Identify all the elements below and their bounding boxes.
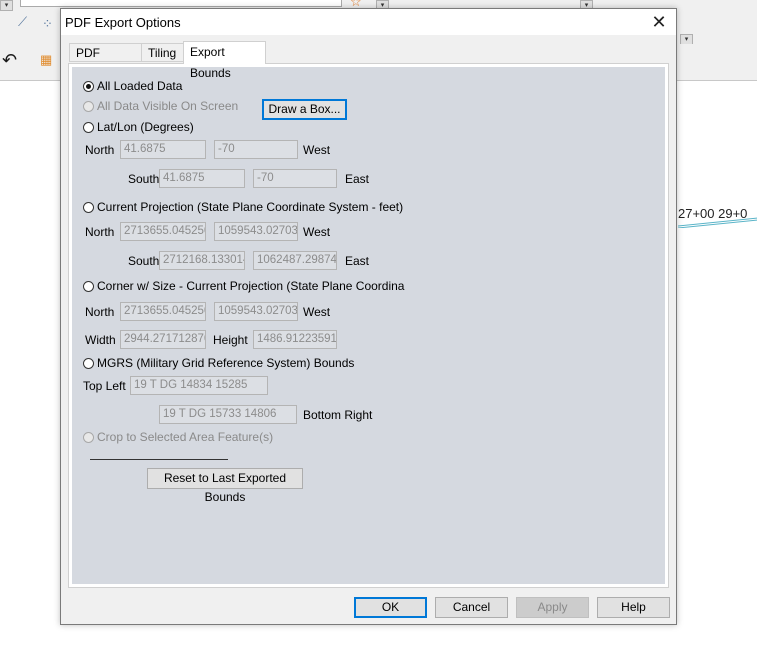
pdf-export-options-dialog: PDF Export Options ✕ PDF Options Tiling … (60, 8, 677, 625)
radio-label: Current Projection (State Plane Coordina… (97, 200, 404, 214)
radio-all-loaded-data[interactable]: All Loaded Data (83, 79, 182, 93)
radio-corner-with-size[interactable]: Corner w/ Size - Current Projection (Sta… (83, 279, 404, 293)
close-icon[interactable]: ✕ (648, 11, 670, 33)
reset-bounds-button[interactable]: Reset to Last Exported Bounds (147, 468, 303, 504)
radio-button (83, 431, 94, 443)
projection-east-field[interactable]: 1062487.298744 (253, 251, 337, 270)
latlon-east-field[interactable]: -70 (253, 169, 337, 188)
projection-east-label: East (345, 254, 370, 268)
radio-button[interactable] (83, 80, 94, 92)
radio-button[interactable] (83, 357, 94, 369)
latlon-north-field[interactable]: 41.6875 (120, 140, 206, 159)
cancel-button[interactable]: Cancel (435, 597, 508, 618)
latlon-west-field[interactable]: -70 (214, 140, 298, 159)
radio-current-projection[interactable]: Current Projection (State Plane Coordina… (83, 200, 403, 214)
separator (90, 459, 228, 460)
corner-west-label: West (303, 305, 331, 319)
radio-visible-on-screen: All Data Visible On Screen (83, 99, 238, 113)
corner-width-label: Width (85, 333, 116, 347)
tab-pdf-options[interactable]: PDF Options (69, 43, 142, 79)
radio-latlon[interactable]: Lat/Lon (Degrees) (83, 120, 194, 134)
radio-label: All Data Visible On Screen (97, 99, 239, 113)
projection-south-label: South (128, 254, 160, 268)
radio-crop-selected-area: Crop to Selected Area Feature(s) (83, 430, 273, 444)
radio-label: Lat/Lon (Degrees) (97, 120, 194, 134)
app-toolbar-field[interactable] (20, 0, 342, 7)
apply-button: Apply (516, 597, 589, 618)
corner-west-field[interactable]: 1059543.027031 (214, 302, 298, 321)
mgrs-bottom-right-field[interactable]: 19 T DG 15733 14806 (159, 405, 297, 424)
latlon-north-label: North (85, 143, 115, 157)
latlon-east-label: East (345, 172, 370, 186)
mgrs-bottom-right-label: Bottom Right (303, 408, 373, 422)
projection-north-label: North (85, 225, 115, 239)
corner-height-field[interactable]: 1486.912235911 (253, 330, 337, 349)
dialog-title: PDF Export Options (65, 15, 181, 30)
mgrs-top-left-label: Top Left (83, 379, 126, 393)
projection-west-label: West (303, 225, 331, 239)
radio-mgrs[interactable]: MGRS (Military Grid Reference System) Bo… (83, 356, 354, 370)
tab-export-bounds[interactable]: Export Bounds (183, 41, 266, 80)
help-button[interactable]: Help (597, 597, 670, 618)
draw-box-button[interactable]: Draw a Box... (262, 99, 347, 120)
corner-height-label: Height (213, 333, 248, 347)
mgrs-top-left-field[interactable]: 19 T DG 14834 15285 (130, 376, 268, 395)
toolbar-points-icon[interactable]: ⁘ (42, 16, 53, 32)
radio-label: Corner w/ Size - Current Projection (Sta… (97, 279, 405, 293)
tab-tiling[interactable]: Tiling (141, 43, 184, 62)
latlon-west-label: West (303, 143, 331, 157)
corner-north-field[interactable]: 2713655.045250 (120, 302, 206, 321)
ok-button[interactable]: OK (354, 597, 427, 618)
radio-button[interactable] (83, 280, 94, 292)
radio-label: Crop to Selected Area Feature(s) (97, 430, 274, 444)
toolbar-grid-icon[interactable]: ▦ (40, 52, 52, 68)
latlon-south-field[interactable]: 41.6875 (159, 169, 245, 188)
dialog-titlebar[interactable]: PDF Export Options ✕ (61, 9, 676, 35)
projection-west-field[interactable]: 1059543.027031 (214, 222, 298, 241)
corner-width-field[interactable]: 2944.271712870 (120, 330, 206, 349)
radio-button (83, 100, 94, 112)
export-bounds-panel: All Loaded Data All Data Visible On Scre… (68, 63, 669, 588)
projection-north-field[interactable]: 2713655.045250 (120, 222, 206, 241)
toolbar-arrow-icon[interactable]: ⟋ (18, 14, 27, 30)
latlon-south-label: South (128, 172, 160, 186)
station-labels: 27+00 29+0 (678, 206, 748, 221)
radio-button[interactable] (83, 121, 94, 133)
undo-icon[interactable]: ↶ (2, 50, 17, 71)
export-bounds-content: All Loaded Data All Data Visible On Scre… (72, 67, 665, 584)
chevron-down-icon[interactable]: ▾ (0, 0, 13, 11)
radio-label: All Loaded Data (97, 79, 183, 93)
corner-north-label: North (85, 305, 115, 319)
radio-button[interactable] (83, 201, 94, 213)
projection-south-field[interactable]: 2712168.133014 (159, 251, 245, 270)
radio-label: MGRS (Military Grid Reference System) Bo… (97, 356, 355, 370)
